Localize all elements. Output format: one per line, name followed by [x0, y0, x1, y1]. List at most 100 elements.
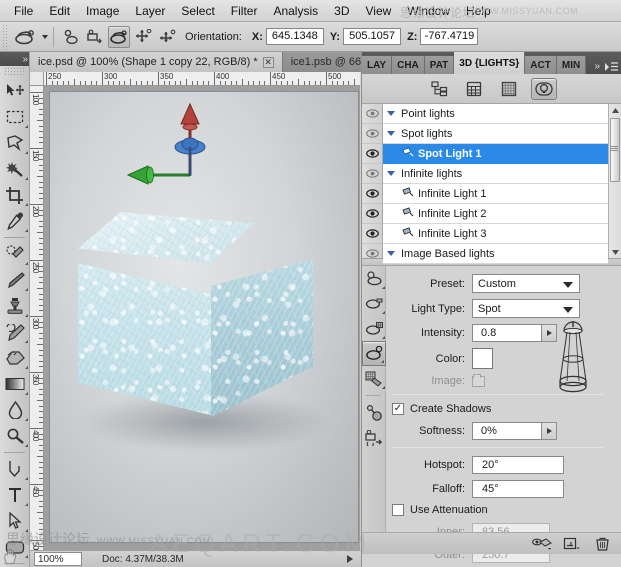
tool-eyedropper[interactable] — [0, 208, 30, 234]
tool-crop[interactable] — [0, 182, 30, 208]
list-item-infinite-lights[interactable]: Infinite lights — [383, 164, 608, 184]
toolbox-grip[interactable] — [4, 67, 25, 76]
visibility-toggle-infinite-lights[interactable] — [362, 164, 382, 184]
menu-help[interactable]: Help — [458, 2, 499, 20]
hotspot-input[interactable]: 20° — [472, 456, 564, 474]
menu-layer[interactable]: Layer — [127, 2, 173, 20]
list-item-infinite-light-2[interactable]: Infinite Light 2 — [383, 204, 608, 224]
menu-3d[interactable]: 3D — [326, 2, 357, 20]
slide-light-tool[interactable] — [362, 316, 386, 341]
tool-horizontal-type[interactable] — [0, 482, 30, 508]
canvas-viewport[interactable] — [44, 86, 360, 550]
create-shadows-row[interactable]: ✓ Create Shadows — [392, 403, 613, 415]
list-item-point-lights[interactable]: Point lights — [383, 104, 608, 124]
create-shadows-checkbox[interactable]: ✓ — [392, 403, 404, 415]
tool-clone-stamp[interactable] — [0, 293, 30, 319]
toggle-lights-visibility-button[interactable] — [532, 536, 552, 552]
use-attenuation-row[interactable]: Use Attenuation — [392, 504, 613, 516]
ice-cube-3d-object[interactable] — [78, 212, 313, 427]
visibility-toggle-spot-light-1[interactable] — [362, 144, 382, 164]
softness-scrubber[interactable] — [542, 422, 557, 440]
chevron-down-icon[interactable] — [387, 251, 395, 256]
pan-light-button[interactable] — [132, 26, 154, 48]
menu-file[interactable]: File — [6, 2, 41, 20]
use-attenuation-checkbox[interactable] — [392, 504, 404, 516]
tool-quick-selection[interactable] — [0, 156, 30, 182]
double-chevron-right-icon[interactable]: » — [594, 61, 599, 72]
list-item-infinite-light-1[interactable]: Infinite Light 1 — [383, 184, 608, 204]
tool-eraser[interactable] — [0, 345, 30, 371]
slide-light-button[interactable] — [156, 26, 178, 48]
intensity-input[interactable]: 0.8 — [472, 324, 542, 342]
scene-filter-icon[interactable] — [426, 78, 452, 100]
menu-image[interactable]: Image — [78, 2, 127, 20]
menu-select[interactable]: Select — [173, 2, 222, 20]
tool-dodge[interactable] — [0, 423, 30, 449]
tab-mini-bridge[interactable]: MIN — [556, 56, 587, 74]
artboard[interactable] — [50, 92, 358, 542]
toolbox-collapse-bar[interactable]: » — [0, 52, 29, 66]
move-light-to-view-tool[interactable] — [362, 425, 386, 450]
tool-blur[interactable] — [0, 397, 30, 423]
list-item-image-based-lights[interactable]: Image Based lights — [383, 244, 608, 264]
color-swatch[interactable] — [472, 348, 493, 369]
visibility-toggle-image-based-lights[interactable] — [362, 244, 382, 264]
chevron-down-icon[interactable] — [387, 111, 395, 116]
menu-analysis[interactable]: Analysis — [265, 2, 326, 20]
zoom-level-input[interactable]: 100% — [34, 552, 82, 566]
camera-light-button[interactable] — [84, 26, 106, 48]
visibility-toggle-infinite-light-2[interactable] — [362, 204, 382, 224]
visibility-toggle-infinite-light-1[interactable] — [362, 184, 382, 204]
lights-list-scrollbar[interactable] — [608, 104, 621, 258]
lights-list[interactable]: Point lights Spot lights Spot Light 1 In… — [362, 104, 621, 264]
document-tab-ice-psd[interactable]: ice.psd @ 100% (Shape 1 copy 22, RGB/8) … — [30, 52, 283, 72]
scroll-down-icon[interactable] — [609, 246, 621, 258]
visibility-toggle-spot-lights[interactable] — [362, 124, 382, 144]
tool-rounded-rectangle[interactable] — [0, 534, 30, 560]
scroll-up-icon[interactable] — [609, 104, 621, 116]
tab-channels[interactable]: CHA — [392, 56, 425, 74]
ruler-corner[interactable] — [30, 72, 44, 86]
tab-3d-lights[interactable]: 3D {LIGHTS} — [454, 52, 526, 74]
current-tool-icon[interactable] — [12, 25, 38, 49]
tool-move[interactable] — [0, 78, 30, 104]
visibility-toggle-infinite-light-3[interactable] — [362, 224, 382, 244]
menu-window[interactable]: Window — [399, 2, 458, 20]
chevron-down-icon[interactable] — [387, 131, 395, 136]
falloff-input[interactable]: 45° — [472, 480, 564, 498]
tab-actions[interactable]: ACT — [525, 56, 557, 74]
tool-brush[interactable] — [0, 267, 30, 293]
list-item-spot-light-1[interactable]: Spot Light 1 — [383, 144, 608, 164]
toolbox-collapse-icon[interactable]: » — [22, 54, 27, 65]
drag-light-tool[interactable] — [362, 291, 386, 316]
panel-menu-icon[interactable] — [604, 61, 619, 72]
visibility-toggle-point-lights[interactable] — [362, 104, 382, 124]
z-input[interactable]: -767.4719 — [420, 28, 479, 45]
delete-light-button[interactable] — [592, 536, 612, 552]
horizontal-ruler[interactable]: 250 300 350 400 450 500 — [44, 72, 360, 86]
point-light-at-origin-tool[interactable] — [362, 400, 386, 425]
softness-input[interactable]: 0% — [472, 422, 542, 440]
3d-axis-gizmo[interactable] — [116, 100, 246, 195]
menu-edit[interactable]: Edit — [41, 2, 78, 20]
tab-paths[interactable]: PAT — [424, 56, 455, 74]
list-item-infinite-light-3[interactable]: Infinite Light 3 — [383, 224, 608, 244]
status-bar-menu-arrow-icon[interactable] — [347, 555, 353, 563]
x-input[interactable]: 645.1348 — [265, 28, 324, 45]
y-input[interactable]: 505.1057 — [343, 28, 402, 45]
rotate-light-tool[interactable] — [362, 266, 386, 291]
new-light-button[interactable] — [562, 536, 582, 552]
list-item-spot-lights[interactable]: Spot lights — [383, 124, 608, 144]
tool-spot-healing-brush[interactable] — [0, 241, 30, 267]
vertical-ruler[interactable]: 100 150 200 250 300 350 400 450 500 — [30, 86, 44, 550]
tool-lasso[interactable] — [0, 130, 30, 156]
tool-rectangular-marquee[interactable] — [0, 104, 30, 130]
materials-filter-icon[interactable] — [461, 78, 487, 100]
tool-preset-chevron-icon[interactable] — [42, 34, 48, 39]
scale-light-tool[interactable] — [362, 341, 386, 366]
menu-view[interactable]: View — [357, 2, 399, 20]
paint-light-tool[interactable] — [362, 366, 386, 391]
lights-filter-icon[interactable] — [531, 77, 557, 100]
chevron-down-icon[interactable] — [387, 171, 395, 176]
tab-layers[interactable]: LAY — [362, 56, 393, 74]
